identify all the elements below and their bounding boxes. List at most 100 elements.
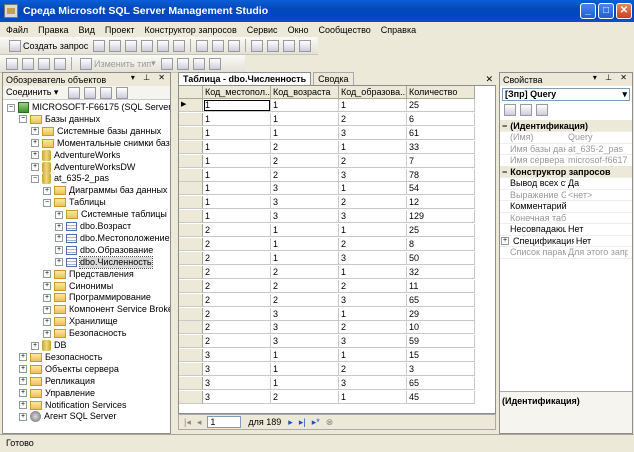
tree-item[interactable]: − at_635-2_pas	[31, 173, 109, 185]
row-selector[interactable]	[179, 321, 203, 335]
grid-cell[interactable]: 15	[407, 349, 475, 363]
grid-cell[interactable]: 11	[407, 279, 475, 293]
row-selector[interactable]	[179, 349, 203, 363]
collapse-icon[interactable]: −	[502, 121, 507, 131]
grid-cell[interactable]: 2	[339, 196, 407, 210]
menu-help[interactable]: Справка	[381, 25, 416, 35]
table-row[interactable]: ▶ 1 1 1 25	[179, 99, 495, 112]
tree-item[interactable]: + AdventureWorksDW	[31, 161, 135, 173]
save-icon[interactable]	[212, 39, 225, 52]
table-row[interactable]: 2 3 1 29	[179, 307, 495, 321]
collapse-icon[interactable]: −	[7, 103, 15, 112]
property-category[interactable]: − (Идентификация)	[500, 120, 632, 132]
tree-item[interactable]: + dbo.Возраст	[55, 221, 131, 232]
property-category[interactable]: − Конструктор запросов	[500, 166, 632, 178]
table-row[interactable]: 1126	[179, 112, 495, 126]
grid-cell[interactable]: 2	[203, 265, 271, 279]
grid-cell[interactable]: 1	[339, 307, 407, 321]
grid-cell[interactable]: 2	[203, 321, 271, 335]
grid-cell[interactable]: 2	[203, 293, 271, 307]
grid-cell[interactable]: 1	[339, 182, 407, 196]
add-table-icon[interactable]	[208, 57, 221, 70]
grid-cell[interactable]: 3	[203, 390, 271, 404]
collapse-icon[interactable]: −	[502, 167, 507, 177]
table-row[interactable]: 1 1 3 61	[179, 126, 495, 140]
grid-cell[interactable]: 1	[203, 140, 271, 154]
grid-cell[interactable]: 1	[203, 112, 271, 126]
row-selector[interactable]	[179, 335, 203, 349]
expand-icon[interactable]: +	[55, 222, 63, 231]
row-selector[interactable]	[179, 126, 203, 140]
expand-icon[interactable]: +	[43, 282, 51, 290]
row-selector[interactable]	[179, 140, 203, 154]
row-selector[interactable]	[179, 224, 203, 238]
expand-icon[interactable]: +	[19, 412, 27, 421]
row-selector[interactable]	[179, 251, 203, 265]
table-row[interactable]: 3123	[179, 363, 495, 377]
property-value[interactable]: Нет	[574, 236, 632, 246]
row-selector[interactable]	[179, 112, 203, 126]
property-row[interactable]: + Спецификация Нет	[500, 235, 632, 247]
grid-cell[interactable]: 1	[271, 238, 339, 251]
expand-icon[interactable]: +	[31, 151, 39, 160]
template-explorer-icon[interactable]	[283, 39, 296, 52]
grid-cell[interactable]: 7	[407, 154, 475, 168]
expand-icon[interactable]: +	[55, 246, 63, 255]
group-by-icon[interactable]	[192, 57, 205, 70]
registered-servers-icon[interactable]	[251, 39, 264, 52]
grid-cell[interactable]: 1	[203, 154, 271, 168]
db-engine-query-icon[interactable]	[93, 39, 106, 52]
row-selector[interactable]	[179, 238, 203, 251]
grid-cell[interactable]: 2	[271, 265, 339, 279]
grid-cell[interactable]: 45	[407, 390, 475, 404]
minimize-button[interactable]: _	[580, 3, 596, 19]
table-row[interactable]: 1 2 1 33	[179, 140, 495, 154]
grid-cell[interactable]: 129	[407, 210, 475, 224]
collapse-icon[interactable]: −	[31, 174, 39, 183]
expand-icon[interactable]: +	[55, 210, 63, 219]
expand-icon[interactable]: +	[31, 139, 39, 148]
grid-cell[interactable]: 54	[407, 182, 475, 196]
object-selector[interactable]: [Зпр] Query ▾	[502, 88, 630, 101]
table-row[interactable]: 2 2 2 11	[179, 279, 495, 293]
tree-item[interactable]: + Представления	[43, 269, 134, 280]
mdx-query-icon[interactable]	[125, 39, 138, 52]
property-row[interactable]: Выражение GR<нет>	[500, 189, 632, 201]
open-file-icon[interactable]	[196, 39, 209, 52]
row-selector[interactable]	[179, 307, 203, 321]
new-query-button[interactable]: Создать запрос	[7, 39, 88, 52]
expand-icon[interactable]: +	[43, 317, 51, 326]
grid-cell[interactable]: 2	[203, 238, 271, 251]
table-row[interactable]: 2 3 3 59	[179, 335, 495, 349]
stop-icon[interactable]: ⊗	[326, 417, 334, 428]
expand-icon[interactable]: +	[19, 389, 27, 398]
expand-icon[interactable]: +	[43, 270, 51, 279]
grid-cell[interactable]: 2	[339, 154, 407, 168]
expand-icon[interactable]: +	[31, 163, 39, 171]
row-selector[interactable]	[179, 182, 203, 196]
grid-cell[interactable]: 33	[407, 140, 475, 154]
menu-tools[interactable]: Сервис	[247, 25, 278, 35]
menu-community[interactable]: Сообщество	[318, 25, 370, 35]
grid-cell[interactable]: 2	[339, 279, 407, 293]
row-selector[interactable]	[179, 168, 203, 182]
column-header[interactable]: Код_возраста	[271, 86, 339, 99]
analysis-query-icon[interactable]	[109, 39, 122, 52]
grid-cell[interactable]: 32	[407, 265, 475, 279]
grid-cell[interactable]: 3	[339, 293, 407, 307]
tree-item[interactable]: + dbo.Местоположение	[55, 233, 170, 244]
grid-cell[interactable]: 1	[339, 390, 407, 404]
grid-cell[interactable]: 3	[203, 349, 271, 363]
expand-icon[interactable]: +	[43, 305, 51, 314]
grid-cell[interactable]: 1	[203, 126, 271, 140]
current-record-input[interactable]: 1	[207, 416, 242, 428]
grid-cell[interactable]: 3	[271, 321, 339, 335]
tree-item[interactable]: + Диаграммы баз данных	[43, 185, 167, 196]
collapse-icon[interactable]: −	[43, 198, 51, 207]
new-record-icon[interactable]: ▸*	[312, 417, 320, 428]
grid-cell[interactable]: 65	[407, 293, 475, 307]
grid-cell[interactable]: 59	[407, 335, 475, 349]
refresh-icon[interactable]	[100, 86, 113, 99]
grid-cell[interactable]: 2	[271, 279, 339, 293]
grid-cell[interactable]: 3	[271, 307, 339, 321]
